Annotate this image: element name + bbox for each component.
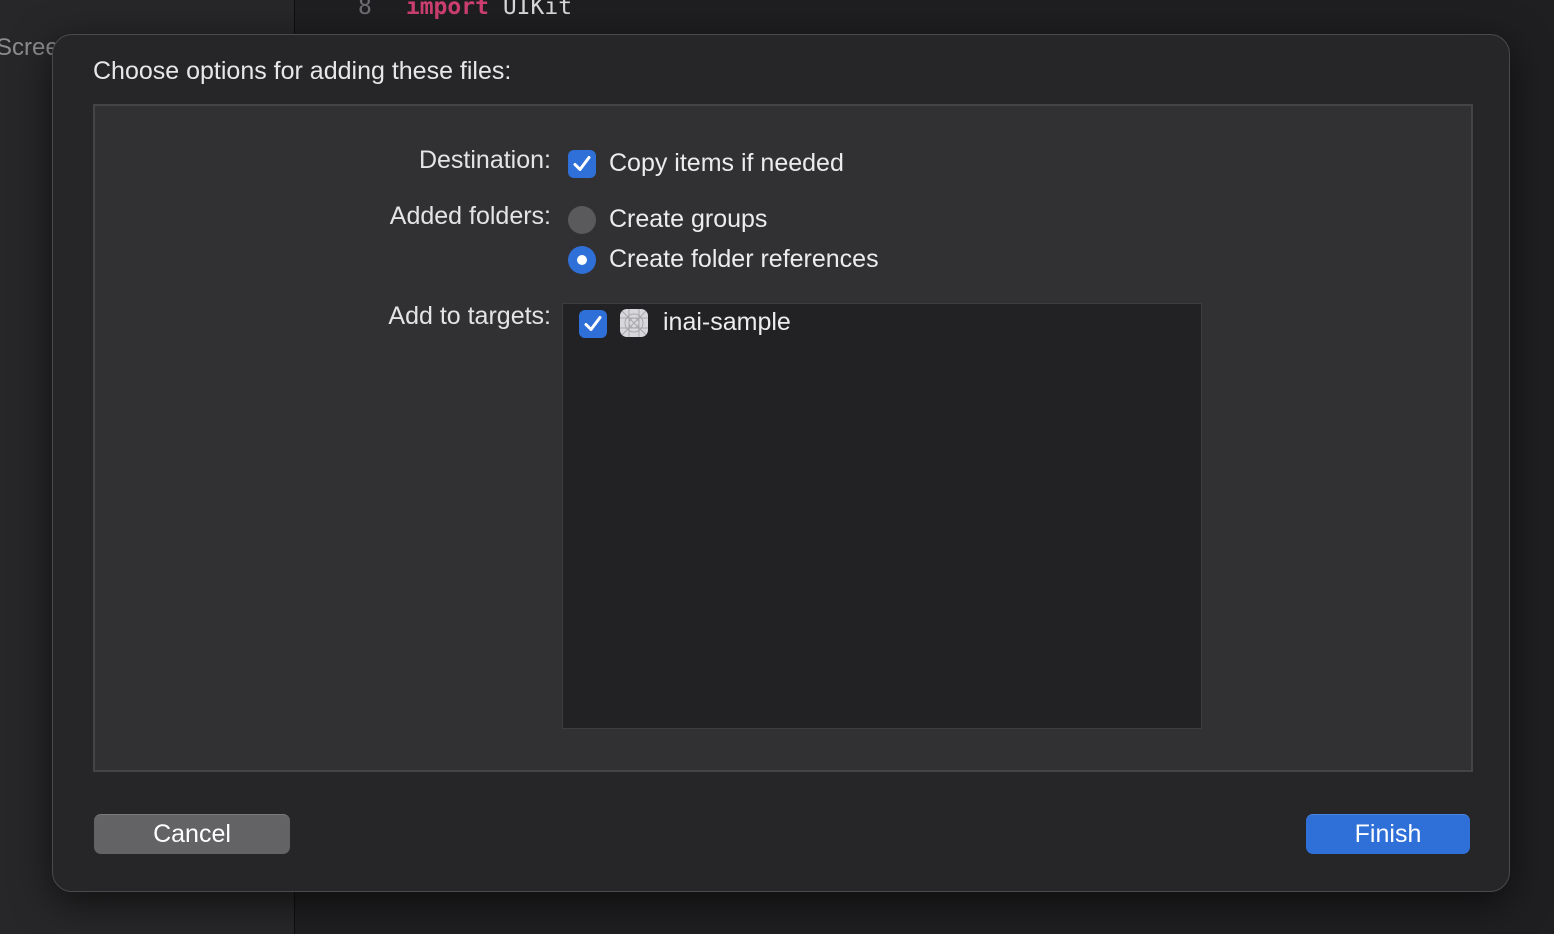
copy-items-checkbox[interactable] <box>568 150 596 178</box>
cancel-button[interactable]: Cancel <box>94 814 290 854</box>
added-folders-label: Added folders: <box>389 202 551 230</box>
create-folder-references-radio[interactable] <box>568 246 596 274</box>
finish-button[interactable]: Finish <box>1306 814 1470 854</box>
app-target-icon <box>620 309 648 337</box>
code-keyword: import <box>405 0 489 20</box>
targets-list: inai-sample <box>562 303 1202 729</box>
target-checkbox[interactable] <box>579 310 607 338</box>
create-groups-radio[interactable] <box>568 206 596 234</box>
sheet-title: Choose options for adding these files: <box>93 57 512 85</box>
sidebar-text: Scree <box>0 34 59 61</box>
create-folder-references-label[interactable]: Create folder references <box>609 245 879 274</box>
code-line: 8 import UIKit <box>358 0 572 20</box>
checkmark-icon <box>584 316 602 331</box>
options-panel: Destination: Copy items if needed Added … <box>93 104 1473 772</box>
code-identifier: UIKit <box>502 0 573 20</box>
create-groups-label[interactable]: Create groups <box>609 205 767 234</box>
target-row[interactable]: inai-sample <box>563 304 1201 344</box>
copy-items-label[interactable]: Copy items if needed <box>609 149 844 178</box>
checkmark-icon <box>573 156 591 171</box>
destination-label: Destination: <box>418 146 551 174</box>
line-number: 8 <box>358 0 372 20</box>
add-to-targets-label: Add to targets: <box>388 302 551 330</box>
add-files-sheet: Choose options for adding these files: D… <box>52 34 1510 892</box>
target-name: inai-sample <box>663 308 791 336</box>
